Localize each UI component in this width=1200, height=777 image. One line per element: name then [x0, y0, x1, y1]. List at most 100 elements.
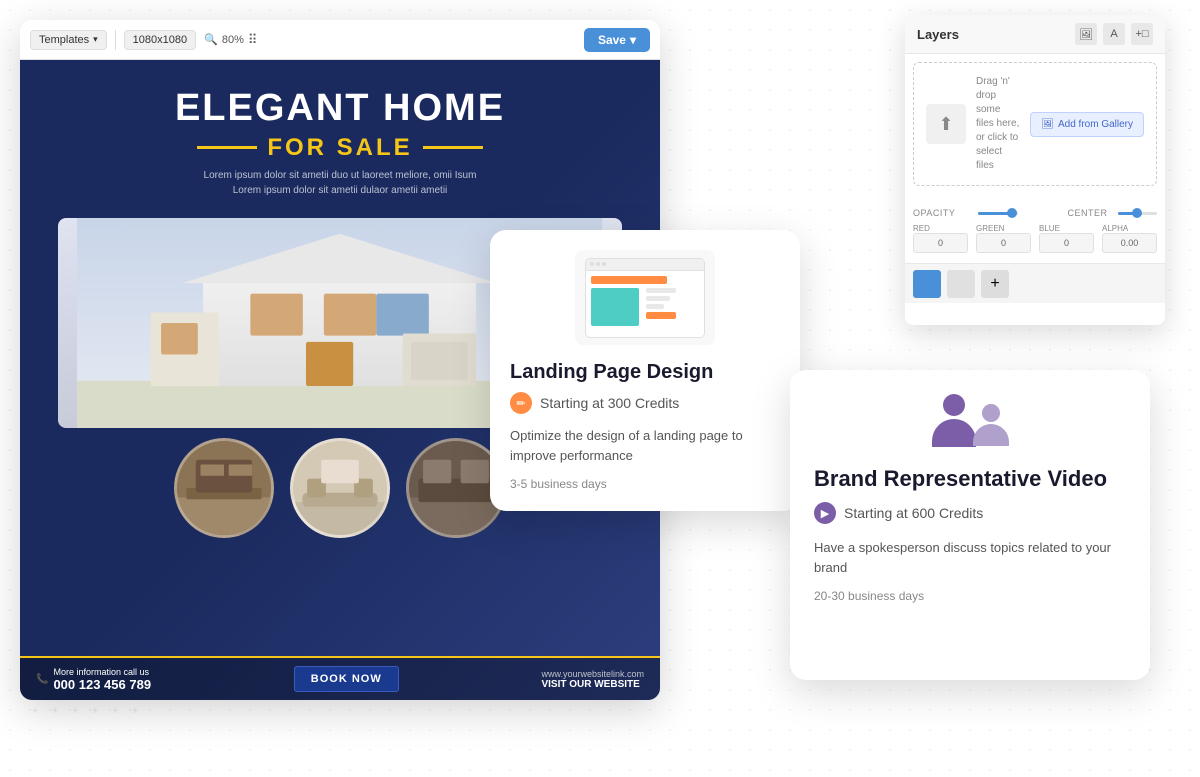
thumbnail-preview-2	[947, 270, 975, 298]
templates-label: Templates	[39, 34, 89, 46]
add-gallery-label: Add from Gallery	[1058, 119, 1133, 130]
zoom-label: 80%	[222, 34, 244, 46]
search-icon: 🔍	[204, 33, 218, 46]
flyer-circle-living	[290, 438, 390, 538]
person-secondary-body	[973, 424, 1009, 446]
red-field[interactable]: 0	[913, 233, 968, 253]
layers-icon-text[interactable]: A	[1103, 23, 1125, 45]
person-secondary-head	[982, 404, 1000, 422]
brand-card-title: Brand Representative Video	[814, 466, 1126, 492]
flyer-website-url: www.yourwebsitelink.com	[541, 669, 644, 679]
browser-teal-block	[591, 288, 639, 326]
opacity-control-row: OPACITY CENTER	[913, 208, 1157, 218]
browser-lines	[646, 288, 676, 326]
flyer-header: ELEGANT HOME FOR SALE Lorem ipsum dolor …	[20, 60, 660, 208]
browser-dot-1	[590, 262, 594, 266]
blue-input: BLUE 0	[1039, 224, 1094, 253]
brand-card-description: Have a spokesperson discuss topics relat…	[814, 538, 1126, 577]
templates-button[interactable]: Templates ▾	[30, 30, 107, 50]
browser-line-1	[646, 288, 676, 293]
thumbnail-add-btn[interactable]: +	[981, 270, 1009, 298]
landing-card-days: 3-5 business days	[510, 477, 780, 491]
landing-card-credits: ✏ Starting at 300 Credits	[510, 392, 780, 414]
layers-panel: Layers 🖼 A +□ ⬆ Drag 'n' drop some files…	[905, 15, 1165, 325]
editor-toolbar: Templates ▾ 1080x1080 🔍 80% ⠿ Save ▾	[20, 20, 660, 60]
landing-credits-icon: ✏	[510, 392, 532, 414]
color-controls-row: RED 0 GREEN 0 BLUE 0 ALPHA 0.00	[913, 224, 1157, 253]
red-label: RED	[913, 224, 968, 233]
center-label: CENTER	[1063, 208, 1108, 218]
browser-mockup	[585, 258, 705, 338]
divider	[115, 30, 116, 50]
people-icon	[928, 394, 1012, 446]
flyer-book-button[interactable]: BOOK NOW	[294, 666, 399, 692]
save-button[interactable]: Save ▾	[584, 28, 650, 52]
brand-credits-text: Starting at 600 Credits	[844, 505, 983, 521]
browser-dot-2	[596, 262, 600, 266]
layers-drop-area[interactable]: ⬆ Drag 'n' drop some files here, or clic…	[913, 62, 1157, 186]
browser-bar	[586, 259, 704, 271]
brand-card-credits: ▶ Starting at 600 Credits	[814, 502, 1126, 524]
alpha-label: ALPHA	[1102, 224, 1157, 233]
drop-icon: ⬆	[926, 104, 966, 144]
layers-controls: OPACITY CENTER RED 0 GREEN 0 BLUE	[905, 202, 1165, 259]
layers-panel-icons: 🖼 A +□	[1075, 23, 1153, 45]
grid-icon: ⠿	[248, 32, 258, 48]
browser-small-btn	[646, 312, 676, 319]
layers-icon-image[interactable]: 🖼	[1075, 23, 1097, 45]
brand-credits-icon: ▶	[814, 502, 836, 524]
gallery-icon: 🖼	[1041, 119, 1054, 130]
canvas-size: 1080x1080	[124, 30, 196, 50]
person-secondary-icon	[970, 404, 1012, 446]
brand-representative-card: Brand Representative Video ▶ Starting at…	[790, 370, 1150, 680]
opacity-slider-thumb	[1007, 208, 1017, 218]
red-input: RED 0	[913, 224, 968, 253]
thumbnail-preview-1	[913, 270, 941, 298]
browser-line-3	[646, 304, 664, 309]
landing-credits-text: Starting at 300 Credits	[540, 395, 679, 411]
layers-drop-text: Drag 'n' drop some files here, or click …	[976, 75, 1020, 173]
flyer-contact-label: More information call us	[53, 667, 151, 677]
flyer-title: ELEGANT HOME	[40, 88, 640, 130]
blue-field[interactable]: 0	[1039, 233, 1094, 253]
green-label: GREEN	[976, 224, 1031, 233]
flyer-line-right	[423, 146, 483, 149]
flyer-line-left	[197, 146, 257, 149]
opacity-slider[interactable]	[978, 212, 1018, 215]
landing-card-title: Landing Page Design	[510, 361, 780, 384]
flyer-subtitle: FOR SALE	[40, 134, 640, 162]
center-slider[interactable]	[1118, 212, 1158, 215]
green-input: GREEN 0	[976, 224, 1031, 253]
save-chevron-icon: ▾	[630, 33, 636, 47]
flyer-bottom: 📞 More information call us 000 123 456 7…	[20, 656, 660, 700]
brand-card-days: 20-30 business days	[814, 589, 1126, 603]
browser-dot-3	[602, 262, 606, 266]
landing-page-mockup	[575, 250, 715, 345]
layers-icon-add[interactable]: +□	[1131, 23, 1153, 45]
green-field[interactable]: 0	[976, 233, 1031, 253]
browser-orange-bar	[591, 276, 667, 284]
layers-panel-header: Layers 🖼 A +□	[905, 15, 1165, 54]
add-gallery-button[interactable]: 🖼 Add from Gallery	[1030, 112, 1144, 137]
brand-icon-area	[814, 394, 1126, 446]
flyer-contact-info: 📞 More information call us 000 123 456 7…	[36, 667, 151, 692]
alpha-field[interactable]: 0.00	[1102, 233, 1157, 253]
flyer-phone: 000 123 456 789	[53, 677, 151, 692]
flyer-forsale: FOR SALE	[267, 134, 412, 162]
landing-page-card: Landing Page Design ✏ Starting at 300 Cr…	[490, 230, 800, 511]
browser-content	[586, 271, 704, 331]
save-label: Save	[598, 33, 626, 47]
center-slider-thumb	[1132, 208, 1142, 218]
alpha-input: ALPHA 0.00	[1102, 224, 1157, 253]
opacity-label: OPACITY	[913, 208, 968, 218]
person-main-head	[943, 394, 965, 416]
blue-label: BLUE	[1039, 224, 1094, 233]
flyer-visit-label: VISIT OUR WEBSITE	[541, 679, 644, 690]
layers-panel-body: ⬆ Drag 'n' drop some files here, or clic…	[905, 54, 1165, 202]
layers-panel-title: Layers	[917, 27, 959, 42]
landing-card-description: Optimize the design of a landing page to…	[510, 426, 780, 465]
layers-thumbnail-row: +	[905, 263, 1165, 303]
flyer-description: Lorem ipsum dolor sit ametii duo ut laor…	[40, 168, 640, 198]
zoom-control: 🔍 80% ⠿	[204, 32, 257, 48]
flyer-website-info: www.yourwebsitelink.com VISIT OUR WEBSIT…	[541, 669, 644, 690]
